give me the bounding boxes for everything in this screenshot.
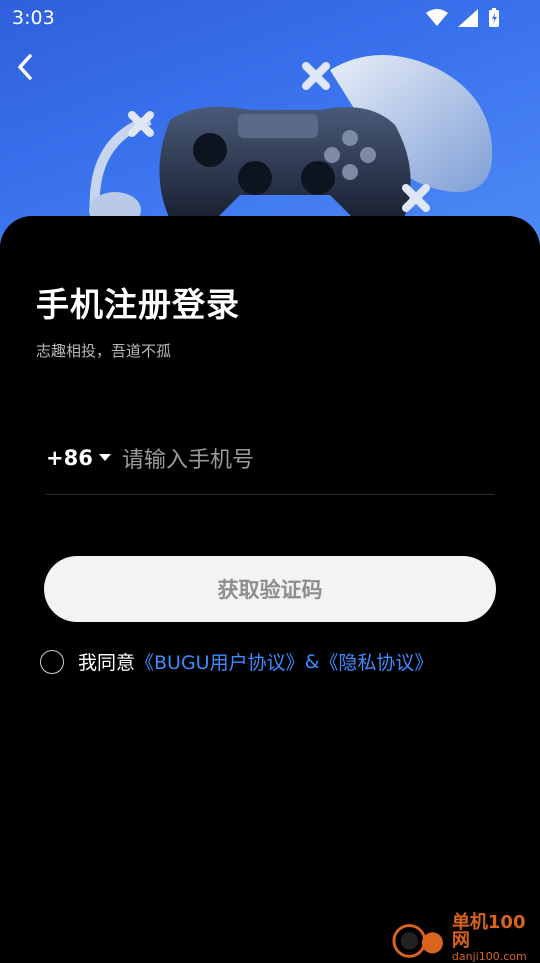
battery-icon [489, 8, 499, 27]
login-sheet: 手机注册登录 志趣相投，吾道不孤 +86 获取验证码 我同意 《BUGU用户协议… [0, 216, 540, 960]
page-subtitle: 志趣相投，吾道不孤 [36, 342, 172, 360]
ampersand-text: & [304, 650, 320, 673]
caret-down-icon [98, 454, 111, 461]
get-code-button[interactable]: 获取验证码 [44, 556, 496, 622]
privacy-policy-link[interactable]: 《隐私协议》 [319, 648, 433, 675]
status-bar: 3:03 [0, 0, 540, 36]
watermark-logo-icon [392, 923, 444, 958]
user-agreement-link[interactable]: 《BUGU用户协议》 [135, 648, 305, 675]
signal-icon [458, 9, 478, 27]
status-time: 3:03 [12, 7, 55, 29]
watermark-title: 单机100网 [451, 912, 526, 951]
phone-input[interactable] [120, 442, 484, 478]
wifi-icon [426, 9, 448, 26]
watermark: 单机100网 danji100.com [392, 914, 540, 963]
agreement-checkbox[interactable] [40, 649, 64, 674]
phone-input-row: +86 [46, 436, 494, 495]
country-code-label: +86 [46, 446, 93, 470]
watermark-site: danji100.com [451, 950, 527, 963]
chevron-left-icon[interactable] [10, 50, 44, 84]
agree-prefix: 我同意 [78, 652, 136, 674]
page-title: 手机注册登录 [36, 285, 240, 324]
agreement-row: 我同意 《BUGU用户协议》 & 《隐私协议》 [40, 648, 433, 675]
country-code-selector[interactable]: +86 [46, 446, 111, 470]
